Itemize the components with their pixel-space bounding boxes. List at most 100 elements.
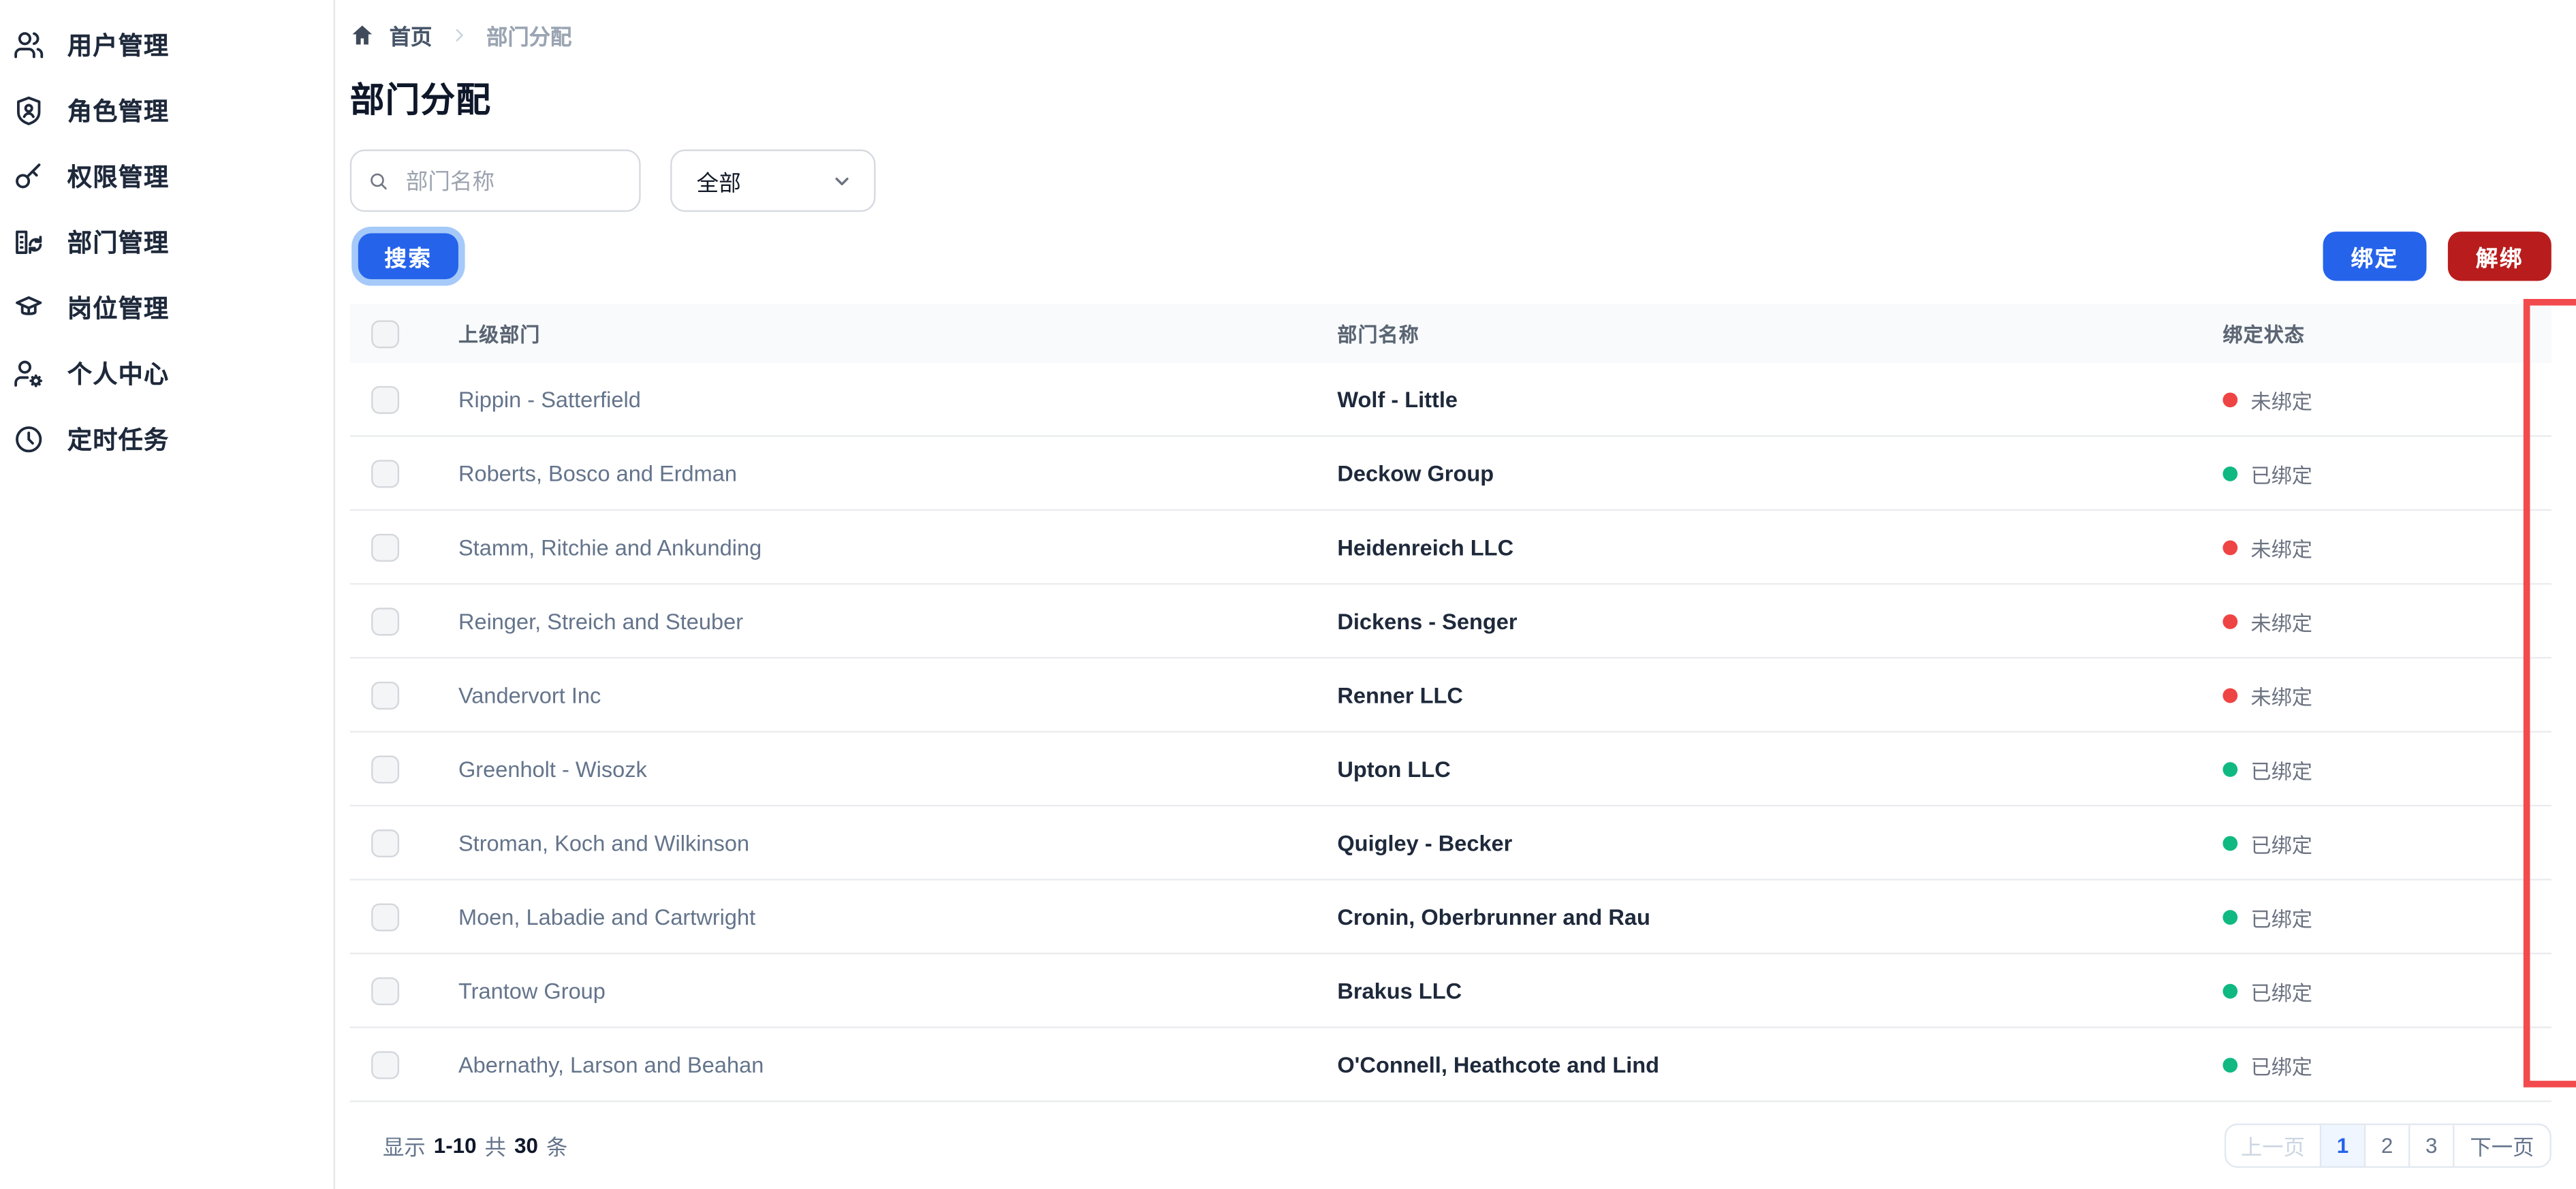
sidebar-item-label: 个人中心 bbox=[67, 360, 170, 389]
status-dot-icon bbox=[2222, 687, 2238, 703]
pagination-summary: 显示 1-10 共 30 条 bbox=[350, 1130, 568, 1161]
sidebar: 用户管理 角色管理 权限管理 部门管理 岗位管理 个人中心 定时任务 bbox=[0, 0, 336, 1189]
status-label: 已绑定 bbox=[2250, 981, 2312, 1004]
dept-name-cell: Quigley - Becker bbox=[1337, 830, 1513, 855]
summary-range: 1-10 bbox=[433, 1133, 477, 1158]
parent-dept-cell: Reinger, Streich and Steuber bbox=[458, 608, 744, 633]
sidebar-item-label: 定时任务 bbox=[67, 426, 170, 454]
sidebar-item-post-management[interactable]: 岗位管理 bbox=[0, 274, 334, 340]
chevron-down-icon bbox=[835, 176, 849, 185]
dept-name-cell: Cronin, Oberbrunner and Rau bbox=[1337, 904, 1650, 929]
table-row: Stamm, Ritchie and Ankunding Heidenreich… bbox=[349, 511, 2551, 585]
bind-status-cell: 未绑定 bbox=[2222, 531, 2551, 562]
search-box bbox=[349, 149, 641, 212]
summary-total: 30 bbox=[514, 1133, 539, 1158]
table-row: Roberts, Bosco and Erdman Deckow Group 已… bbox=[349, 437, 2551, 511]
status-label: 已绑定 bbox=[2250, 907, 2312, 931]
breadcrumb: 首页 部门分配 bbox=[350, 20, 2551, 49]
key-icon bbox=[13, 160, 44, 191]
department-icon bbox=[13, 226, 44, 257]
sidebar-item-label: 用户管理 bbox=[67, 32, 170, 61]
search-button[interactable]: 搜索 bbox=[358, 233, 458, 280]
parent-dept-cell: Stamm, Ritchie and Ankunding bbox=[458, 535, 762, 560]
table-row: Vandervort Inc Renner LLC 未绑定 bbox=[349, 659, 2551, 733]
row-checkbox[interactable] bbox=[371, 976, 400, 1004]
sidebar-item-user-management[interactable]: 用户管理 bbox=[0, 12, 334, 77]
select-all-checkbox[interactable] bbox=[371, 319, 400, 348]
row-checkbox[interactable] bbox=[371, 902, 400, 931]
page-title: 部门分配 bbox=[349, 82, 492, 121]
status-label: 已绑定 bbox=[2250, 759, 2312, 783]
pagination: 上一页 1 2 3 下一页 bbox=[2224, 1123, 2551, 1168]
row-checkbox[interactable] bbox=[371, 607, 400, 635]
parent-dept-cell: Roberts, Bosco and Erdman bbox=[458, 460, 738, 486]
table-row: Abernathy, Larson and Beahan O'Connell, … bbox=[349, 1028, 2551, 1103]
status-dot-icon bbox=[2222, 613, 2238, 629]
sidebar-item-permission-management[interactable]: 权限管理 bbox=[0, 143, 334, 208]
parent-dept-cell: Greenholt - Wisozk bbox=[458, 756, 647, 781]
bind-status-cell: 已绑定 bbox=[2222, 827, 2551, 858]
row-checkbox[interactable] bbox=[371, 828, 400, 857]
parent-dept-cell: Moen, Labadie and Cartwright bbox=[458, 904, 756, 929]
main-content: 首页 部门分配 部门分配 全部 搜索 绑定 解绑 上级部门 bbox=[336, 0, 2576, 1189]
app-root: 用户管理 角色管理 权限管理 部门管理 岗位管理 个人中心 定时任务 首页 部门… bbox=[0, 0, 2576, 1189]
table-row: Reinger, Streich and Steuber Dickens - S… bbox=[349, 584, 2551, 659]
header-parent-dept: 上级部门 bbox=[458, 322, 541, 346]
bind-status-cell: 已绑定 bbox=[2222, 753, 2551, 784]
status-dot-icon bbox=[2222, 539, 2238, 555]
status-dot-icon bbox=[2222, 1057, 2238, 1072]
dept-name-cell: Heidenreich LLC bbox=[1337, 535, 1514, 560]
table-body: Rippin - Satterfield Wolf - Little 未绑定 R… bbox=[349, 363, 2551, 1103]
bind-status-cell: 已绑定 bbox=[2222, 901, 2551, 932]
search-icon bbox=[371, 172, 387, 189]
bind-button[interactable]: 绑定 bbox=[2323, 232, 2427, 281]
page-button-3[interactable]: 3 bbox=[2410, 1125, 2455, 1167]
action-row: 搜索 绑定 解绑 bbox=[350, 232, 2551, 281]
status-filter-select[interactable]: 全部 bbox=[670, 149, 876, 212]
row-checkbox[interactable] bbox=[371, 680, 400, 709]
dept-name-cell: Wolf - Little bbox=[1337, 387, 1458, 412]
search-input[interactable] bbox=[402, 166, 623, 195]
status-dot-icon bbox=[2222, 392, 2238, 407]
breadcrumb-current: 部门分配 bbox=[486, 23, 572, 49]
next-page-button[interactable]: 下一页 bbox=[2454, 1125, 2550, 1167]
select-value: 全部 bbox=[696, 170, 741, 196]
breadcrumb-home[interactable]: 首页 bbox=[390, 19, 433, 50]
sidebar-item-department-management[interactable]: 部门管理 bbox=[0, 208, 334, 274]
table-row: Greenholt - Wisozk Upton LLC 已绑定 bbox=[349, 732, 2551, 807]
sidebar-item-label: 角色管理 bbox=[67, 97, 170, 126]
chevron-right-icon bbox=[450, 25, 469, 44]
sidebar-item-personal-center[interactable]: 个人中心 bbox=[0, 340, 334, 405]
home-icon[interactable] bbox=[350, 22, 375, 47]
status-label: 未绑定 bbox=[2250, 686, 2312, 709]
prev-page-button[interactable]: 上一页 bbox=[2226, 1125, 2322, 1167]
clock-icon bbox=[13, 423, 44, 454]
page-button-1[interactable]: 1 bbox=[2321, 1125, 2366, 1167]
parent-dept-cell: Trantow Group bbox=[458, 978, 606, 1003]
row-checkbox[interactable] bbox=[371, 385, 400, 413]
status-label: 已绑定 bbox=[2250, 464, 2312, 488]
dept-name-cell: Deckow Group bbox=[1337, 460, 1494, 486]
status-dot-icon bbox=[2222, 465, 2238, 481]
graduate-icon bbox=[13, 291, 44, 323]
status-dot-icon bbox=[2222, 761, 2238, 776]
row-checkbox[interactable] bbox=[371, 533, 400, 561]
status-label: 已绑定 bbox=[2250, 834, 2312, 857]
sidebar-item-role-management[interactable]: 角色管理 bbox=[0, 77, 334, 142]
summary-unit: 条 bbox=[546, 1135, 568, 1160]
status-dot-icon bbox=[2222, 835, 2238, 851]
shield-user-icon bbox=[13, 95, 44, 126]
filter-row: 全部 bbox=[349, 149, 2551, 212]
bind-status-cell: 未绑定 bbox=[2222, 679, 2551, 710]
row-checkbox[interactable] bbox=[371, 755, 400, 783]
row-checkbox[interactable] bbox=[371, 459, 400, 488]
header-dept-name: 部门名称 bbox=[1337, 322, 1419, 346]
bind-status-cell: 已绑定 bbox=[2222, 1049, 2551, 1080]
dept-name-cell: Brakus LLC bbox=[1337, 978, 1462, 1003]
page-button-2[interactable]: 2 bbox=[2366, 1125, 2410, 1167]
sidebar-item-scheduled-tasks[interactable]: 定时任务 bbox=[0, 406, 334, 471]
unbind-button[interactable]: 解绑 bbox=[2447, 232, 2551, 281]
header-bind-status: 绑定状态 bbox=[2222, 322, 2306, 346]
row-checkbox[interactable] bbox=[371, 1050, 400, 1079]
sidebar-item-label: 权限管理 bbox=[67, 163, 170, 191]
